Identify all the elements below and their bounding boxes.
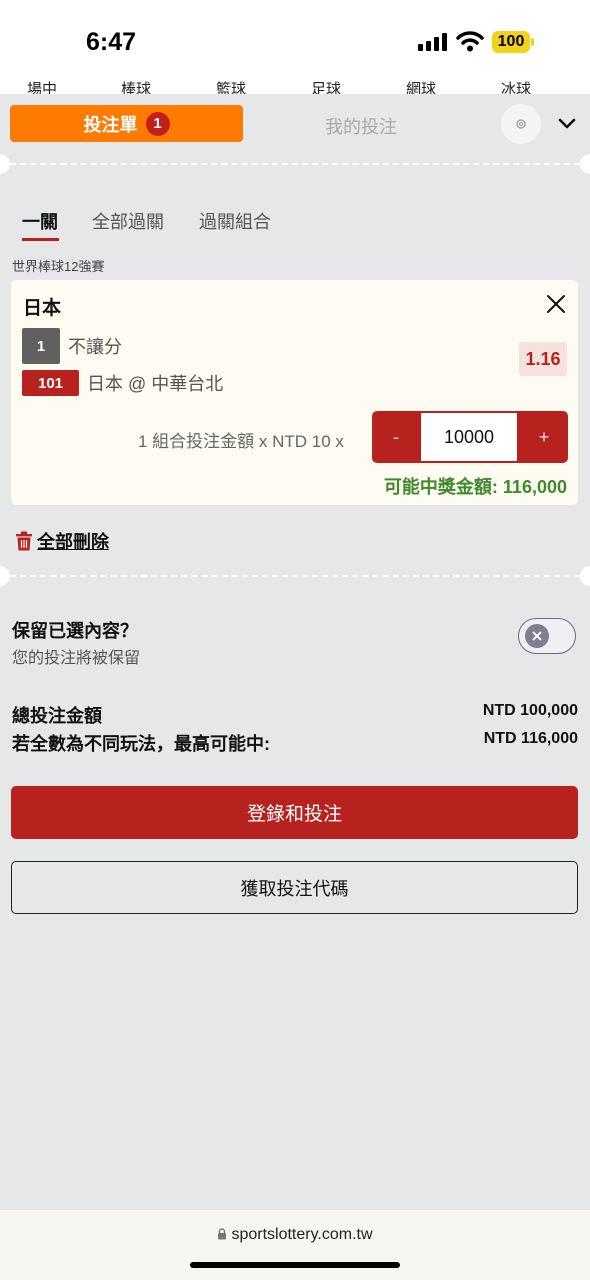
bet-selection-card: 日本 1 不讓分 101 日本 @ 中華台北 1.16 1 組合投注金額 x N…	[11, 280, 578, 505]
stake-stepper: - +	[372, 411, 568, 463]
delete-all-button[interactable]: 全部刪除	[15, 528, 109, 554]
stake-input[interactable]	[421, 413, 517, 461]
close-icon	[532, 631, 542, 641]
url-text: sportslottery.com.tw	[231, 1226, 373, 1243]
status-time: 6:47	[86, 28, 137, 56]
sport-tab-soccer[interactable]: 足球	[311, 78, 341, 94]
delete-all-label: 全部刪除	[37, 532, 109, 552]
browser-address-bar: sportslottery.com.tw	[0, 1210, 590, 1280]
tab-my-bets[interactable]: 我的投注	[276, 113, 446, 139]
sport-tab-baseball[interactable]: 棒球	[121, 78, 151, 94]
lock-icon	[218, 1228, 227, 1240]
betslip-label: 投注單	[83, 114, 138, 135]
toggle-knob	[525, 624, 549, 648]
home-indicator[interactable]	[190, 1262, 400, 1268]
market-name: 不讓分	[68, 337, 122, 357]
close-icon[interactable]	[546, 294, 566, 314]
betslip-sheet: 投注單 1 我的投注 一關 全部過關 過關組合 世界棒球12強賽 日本 1 不讓…	[0, 94, 590, 1210]
divider	[0, 163, 590, 165]
tab-parlay-combo[interactable]: 過關組合	[199, 208, 271, 234]
divider-notch-left	[0, 154, 10, 174]
betslip-header: 投注單 1 我的投注	[10, 104, 578, 144]
tab-all-parlay[interactable]: 全部過關	[92, 208, 164, 234]
betslip-count-badge: 1	[145, 111, 170, 136]
trash-icon	[16, 531, 32, 551]
total-stake-value: NTD 100,000	[482, 702, 578, 719]
divider-notch-left	[0, 566, 10, 586]
bet-type-tabs: 一關 全部過關 過關組合	[22, 208, 422, 242]
keep-selection-title: 保留已選內容？	[12, 621, 138, 641]
divider	[0, 575, 590, 577]
get-bet-code-button[interactable]: 獲取投注代碼	[11, 861, 578, 914]
sport-tab-tennis[interactable]: 網球	[406, 78, 436, 94]
sport-tab-live[interactable]: 場中	[27, 78, 57, 94]
match-code-chip: 101	[22, 370, 79, 396]
active-tab-indicator	[22, 238, 59, 241]
wifi-icon	[456, 31, 484, 52]
match-row: 101 日本 @ 中華台北	[22, 370, 223, 396]
divider-notch-right	[580, 154, 590, 174]
match-name: 日本 @ 中華台北	[87, 374, 224, 394]
tab-betslip[interactable]: 投注單 1	[10, 105, 243, 142]
stake-increase-button[interactable]: +	[520, 411, 568, 463]
url-display[interactable]: sportslottery.com.tw	[0, 1226, 590, 1244]
sport-tab-basketball[interactable]: 籃球	[216, 78, 246, 94]
max-win-value: NTD 116,000	[483, 730, 578, 747]
gear-icon	[516, 119, 526, 129]
total-stake-row: 總投注金額 NTD 100,000	[12, 702, 578, 728]
market-row: 1 不讓分	[22, 328, 122, 364]
settings-button[interactable]	[501, 104, 541, 144]
odds-value: 1.16	[519, 342, 567, 376]
stake-decrease-button[interactable]: -	[372, 411, 420, 463]
status-bar: 6:47 100	[0, 0, 590, 82]
battery-indicator: 100	[492, 31, 534, 53]
chevron-down-icon[interactable]	[557, 116, 577, 132]
sports-category-tabs: 場中 棒球 籃球 足球 網球 冰球	[0, 76, 590, 94]
keep-selection-toggle[interactable]	[518, 618, 576, 654]
max-win-row: 若全數為不同玩法，最高可能中: NTD 116,000	[12, 730, 578, 756]
possible-win-amount: 可能中獎金額: 116,000	[383, 477, 567, 497]
selection-team: 日本	[23, 298, 62, 319]
league-name: 世界棒球12強賽	[12, 259, 105, 274]
market-code-chip: 1	[22, 328, 60, 364]
tab-single[interactable]: 一關	[22, 208, 58, 234]
divider-notch-right	[580, 566, 590, 586]
login-and-bet-button[interactable]: 登錄和投注	[11, 786, 578, 839]
total-stake-label: 總投注金額	[12, 706, 102, 726]
sport-tab-icehockey[interactable]: 冰球	[501, 78, 531, 94]
cellular-signal-icon	[418, 33, 448, 51]
stake-description: 1 組合投注金額 x NTD 10 x	[138, 432, 344, 451]
max-win-label: 若全數為不同玩法，最高可能中:	[12, 734, 270, 754]
keep-selection-subtitle: 您的投注將被保留	[12, 650, 141, 667]
